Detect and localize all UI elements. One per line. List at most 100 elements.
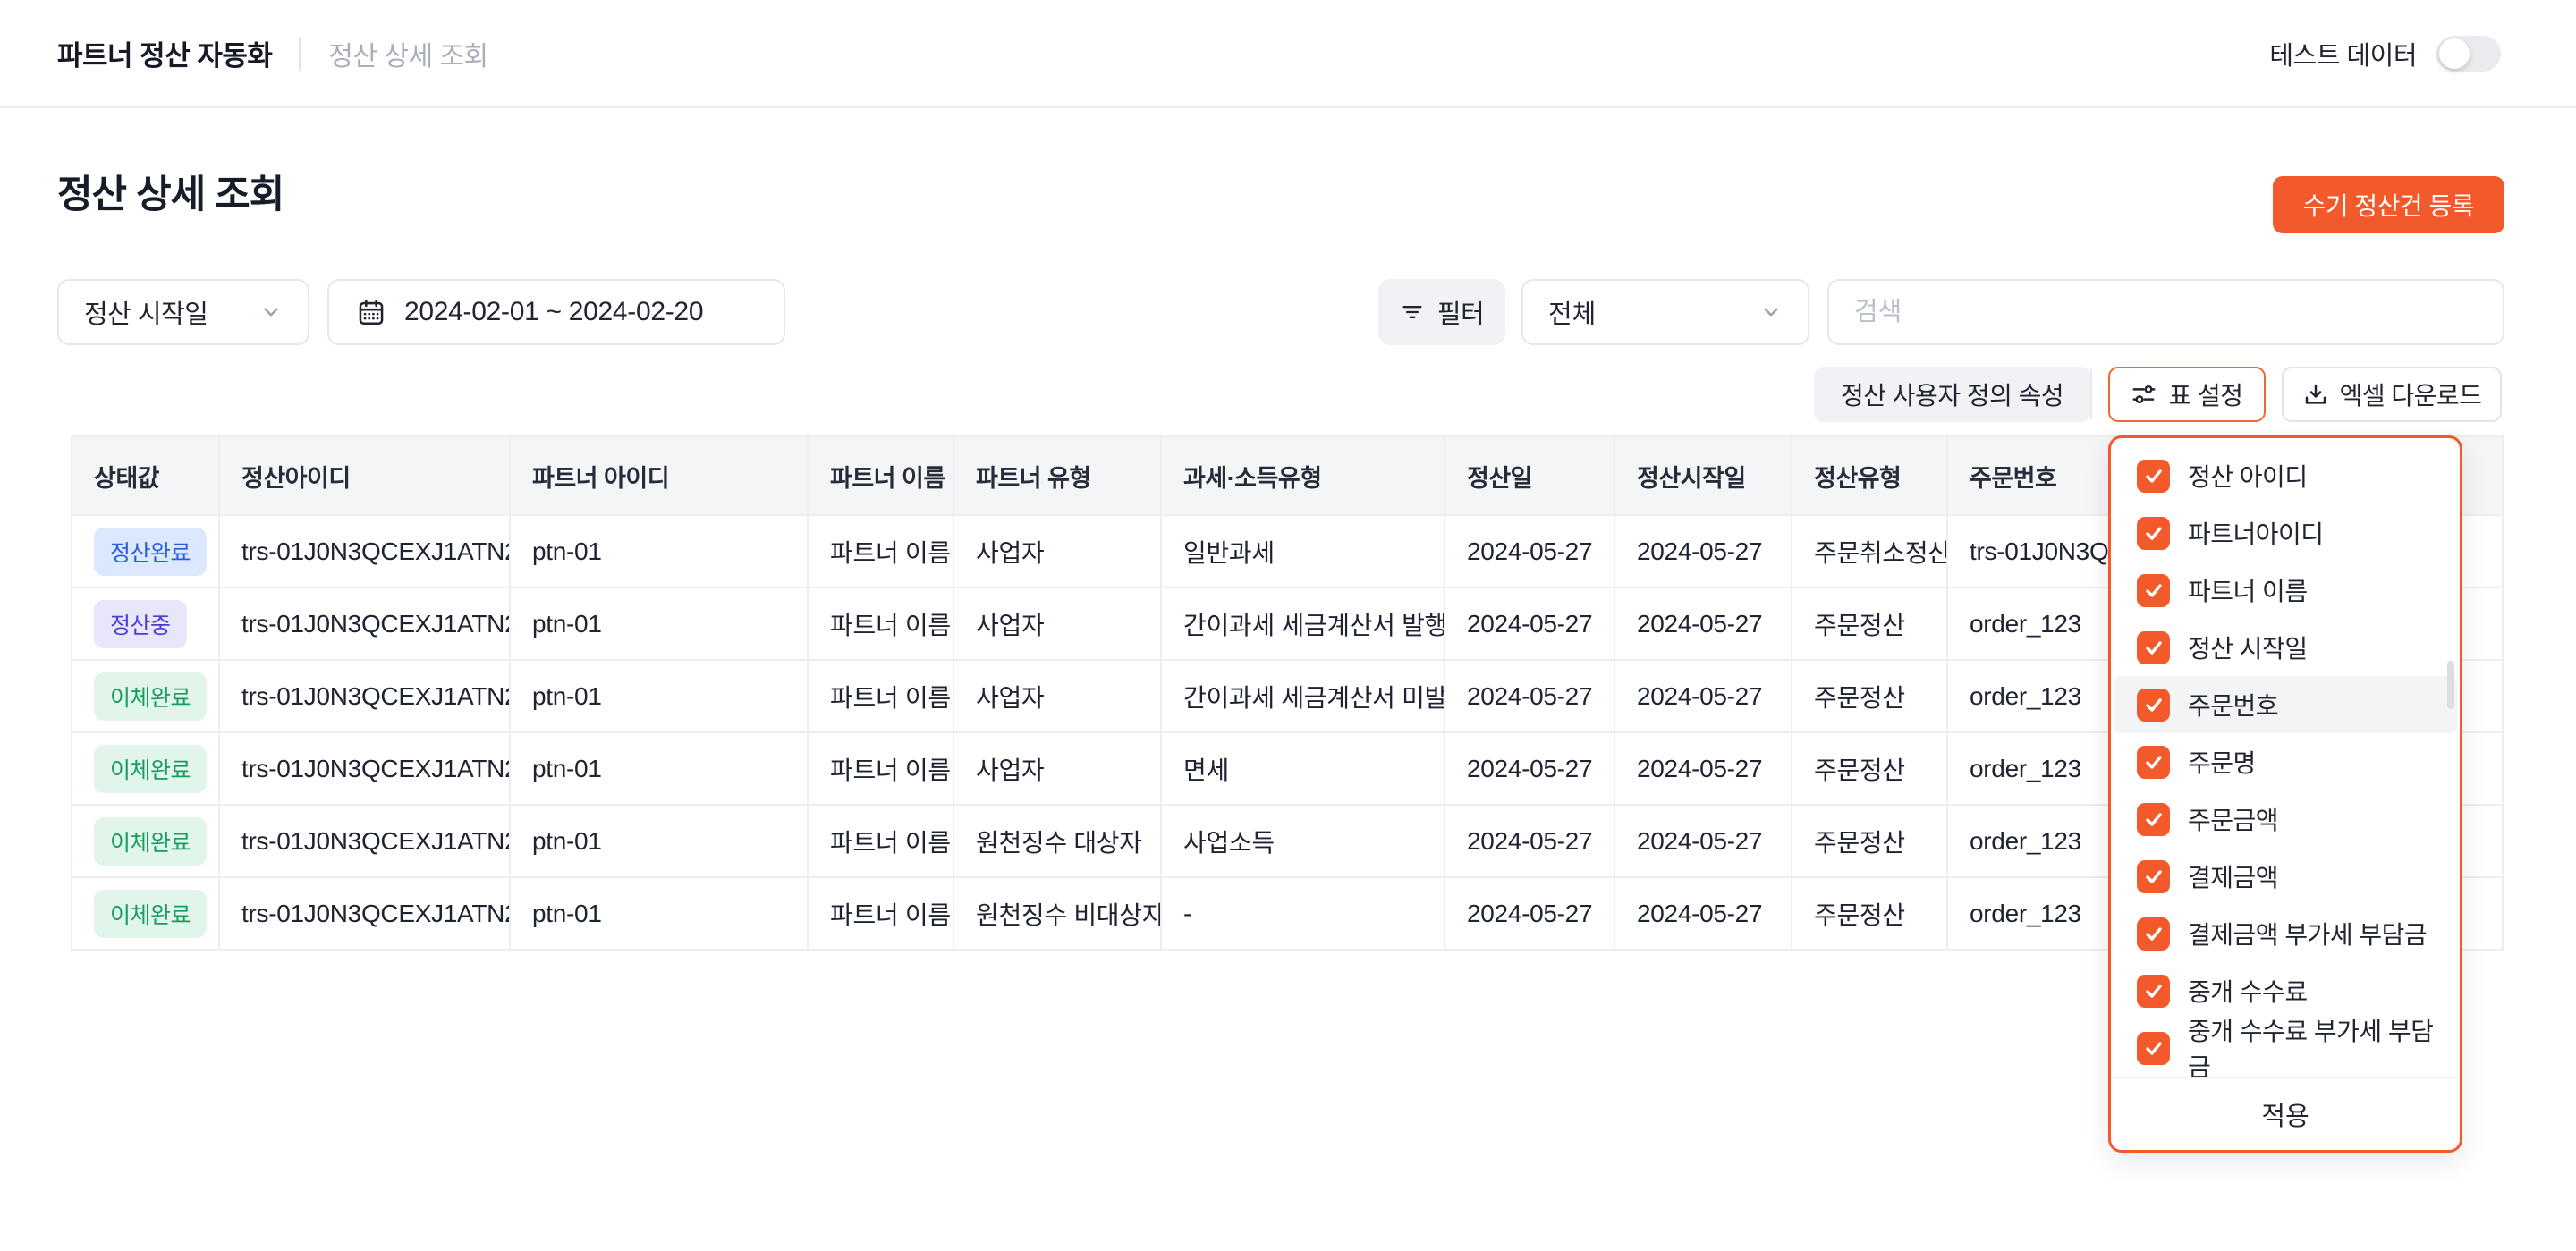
test-data-label: 테스트 데이터 <box>2269 35 2417 72</box>
scope-select[interactable]: 전체 <box>1521 279 1809 345</box>
breadcrumb: 정산 상세 조회 <box>328 34 487 73</box>
col-header-settlement-start[interactable]: 정산시작일 <box>1614 436 1792 515</box>
cell-settlement-type: 주문정산 <box>1792 732 1947 805</box>
cell-partner-id: ptn-01 <box>510 587 808 660</box>
cell-settlement-id: trs-01J0N3QCEXJ1ATN2 <box>219 805 510 877</box>
date-field-select[interactable]: 정산 시작일 <box>57 279 309 345</box>
cell-settlement-date: 2024-05-27 <box>1445 877 1614 950</box>
cell-settlement-id: trs-01J0N3QCEXJ1ATN2 <box>219 732 510 805</box>
status-badge: 이체완료 <box>94 890 207 938</box>
cell-settlement-id: trs-01J0N3QCEXJ1ATN2 <box>219 877 510 950</box>
cell-settlement-id: trs-01J0N3QCEXJ1ATN2 <box>219 660 510 732</box>
apply-button[interactable]: 적용 <box>2111 1077 2460 1150</box>
table-settings-label: 표 설정 <box>2168 376 2242 412</box>
column-toggle-order-name[interactable]: 주문명 <box>2114 733 2457 790</box>
table-settings-button[interactable]: 표 설정 <box>2108 367 2266 422</box>
checkbox-checked-icon[interactable] <box>2137 975 2170 1008</box>
column-toggle-brokerage-fee[interactable]: 중개 수수료 <box>2114 962 2457 1019</box>
status-badge: 정산완료 <box>94 528 207 576</box>
cell-settlement-type: 주문정산 <box>1792 877 1947 950</box>
cell-tax-income-type: - <box>1161 877 1445 950</box>
cell-settlement-start: 2024-05-27 <box>1614 587 1792 660</box>
column-toggle-partner-id[interactable]: 파트너아이디 <box>2114 504 2457 562</box>
search-input[interactable] <box>1854 298 2478 327</box>
cell-settlement-type: 주문정산 <box>1792 660 1947 732</box>
cell-settlement-start: 2024-05-27 <box>1614 732 1792 805</box>
column-toggle-settlement-id[interactable]: 정산 아이디 <box>2114 447 2457 504</box>
cell-settlement-id: trs-01J0N3QCEXJ1ATN2 <box>219 515 510 587</box>
cell-partner-name: 파트너 이름 <box>808 805 953 877</box>
checkbox-checked-icon[interactable] <box>2137 574 2170 607</box>
checkbox-checked-icon[interactable] <box>2137 746 2170 779</box>
cell-partner-type: 사업자 <box>953 660 1161 732</box>
checkbox-checked-icon[interactable] <box>2137 860 2170 893</box>
checkbox-checked-icon[interactable] <box>2137 689 2170 722</box>
cell-settlement-type: 주문정산 <box>1792 587 1947 660</box>
col-header-settlement-type[interactable]: 정산유형 <box>1792 436 1947 515</box>
chevron-down-icon <box>1759 300 1783 324</box>
cell-settlement-start: 2024-05-27 <box>1614 877 1792 950</box>
panel-scrollbar-thumb[interactable] <box>2447 661 2454 709</box>
cell-partner-name: 파트너 이름 <box>808 877 953 950</box>
cell-tax-income-type: 면세 <box>1161 732 1445 805</box>
cell-settlement-date: 2024-05-27 <box>1445 732 1614 805</box>
col-header-settlement-date[interactable]: 정산일 <box>1445 436 1614 515</box>
page: 파트너 정산 자동화 정산 상세 조회 테스트 데이터 정산 상세 조회 수기 … <box>0 0 2576 1251</box>
date-range-value: 2024-02-01 ~ 2024-02-20 <box>404 297 703 327</box>
status-badge: 이체완료 <box>94 745 207 793</box>
column-toggle-settlement-start[interactable]: 정산 시작일 <box>2114 619 2457 676</box>
cell-partner-name: 파트너 이름 <box>808 515 953 587</box>
checkbox-checked-icon[interactable] <box>2137 1032 2170 1065</box>
column-toggle-brokerage-fee-vat[interactable]: 중개 수수료 부가세 부담금 <box>2114 1019 2457 1077</box>
cell-partner-type: 사업자 <box>953 515 1161 587</box>
cell-tax-income-type: 사업소득 <box>1161 805 1445 877</box>
column-toggle-partner-name[interactable]: 파트너 이름 <box>2114 562 2457 619</box>
checkbox-checked-icon[interactable] <box>2137 917 2170 951</box>
manual-settlement-register-button[interactable]: 수기 정산건 등록 <box>2273 176 2504 233</box>
cell-settlement-date: 2024-05-27 <box>1445 660 1614 732</box>
status-badge: 이체완료 <box>94 817 207 866</box>
cell-partner-type: 사업자 <box>953 732 1161 805</box>
excel-download-label: 엑셀 다운로드 <box>2340 376 2482 412</box>
checkbox-checked-icon[interactable] <box>2137 631 2170 664</box>
status-badge: 정산중 <box>94 600 187 648</box>
excel-download-button[interactable]: 엑셀 다운로드 <box>2282 367 2502 422</box>
cell-partner-name: 파트너 이름 <box>808 587 953 660</box>
checkbox-checked-icon[interactable] <box>2137 803 2170 836</box>
checkbox-checked-icon[interactable] <box>2137 517 2170 550</box>
date-range-button[interactable]: 2024-02-01 ~ 2024-02-20 <box>327 279 785 345</box>
col-header-status[interactable]: 상태값 <box>72 436 219 515</box>
cell-settlement-start: 2024-05-27 <box>1614 660 1792 732</box>
date-field-select-value: 정산 시작일 <box>84 293 208 331</box>
cell-tax-income-type: 일반과세 <box>1161 515 1445 587</box>
checkbox-checked-icon[interactable] <box>2137 460 2170 493</box>
column-toggle-order-amount[interactable]: 주문금액 <box>2114 790 2457 848</box>
col-header-partner-type[interactable]: 파트너 유형 <box>953 436 1161 515</box>
toggle-knob <box>2439 38 2470 69</box>
top-bar: 파트너 정산 자동화 정산 상세 조회 테스트 데이터 <box>0 0 2576 108</box>
col-header-tax-income-type[interactable]: 과세·소득유형 <box>1161 436 1445 515</box>
col-header-partner-id[interactable]: 파트너 아이디 <box>510 436 808 515</box>
column-toggle-order-no[interactable]: 주문번호 <box>2114 676 2457 733</box>
column-toggle-payment-vat[interactable]: 결제금액 부가세 부담금 <box>2114 905 2457 962</box>
cell-partner-id: ptn-01 <box>510 877 808 950</box>
cell-partner-id: ptn-01 <box>510 805 808 877</box>
custom-attributes-button[interactable]: 정산 사용자 정의 속성 <box>1814 367 2090 422</box>
calendar-icon <box>356 297 386 327</box>
cell-settlement-type: 주문정산 <box>1792 805 1947 877</box>
page-title: 정산 상세 조회 <box>57 164 284 219</box>
cell-settlement-start: 2024-05-27 <box>1614 805 1792 877</box>
cell-partner-name: 파트너 이름 <box>808 732 953 805</box>
col-header-settlement-id[interactable]: 정산아이디 <box>219 436 510 515</box>
column-toggle-payment-amount[interactable]: 결제금액 <box>2114 848 2457 905</box>
test-data-toggle[interactable] <box>2436 36 2501 72</box>
cell-tax-income-type: 간이과세 세금계산서 발행 <box>1161 587 1445 660</box>
sliders-icon <box>2131 381 2157 408</box>
search-field[interactable] <box>1827 279 2504 345</box>
cell-partner-type: 원천징수 비대상자 <box>953 877 1161 950</box>
cell-settlement-id: trs-01J0N3QCEXJ1ATN2 <box>219 587 510 660</box>
cell-settlement-type: 주문취소정산 <box>1792 515 1947 587</box>
col-header-partner-name[interactable]: 파트너 이름 <box>808 436 953 515</box>
breadcrumb-divider <box>299 37 301 71</box>
filter-button[interactable]: 필터 <box>1378 279 1505 345</box>
